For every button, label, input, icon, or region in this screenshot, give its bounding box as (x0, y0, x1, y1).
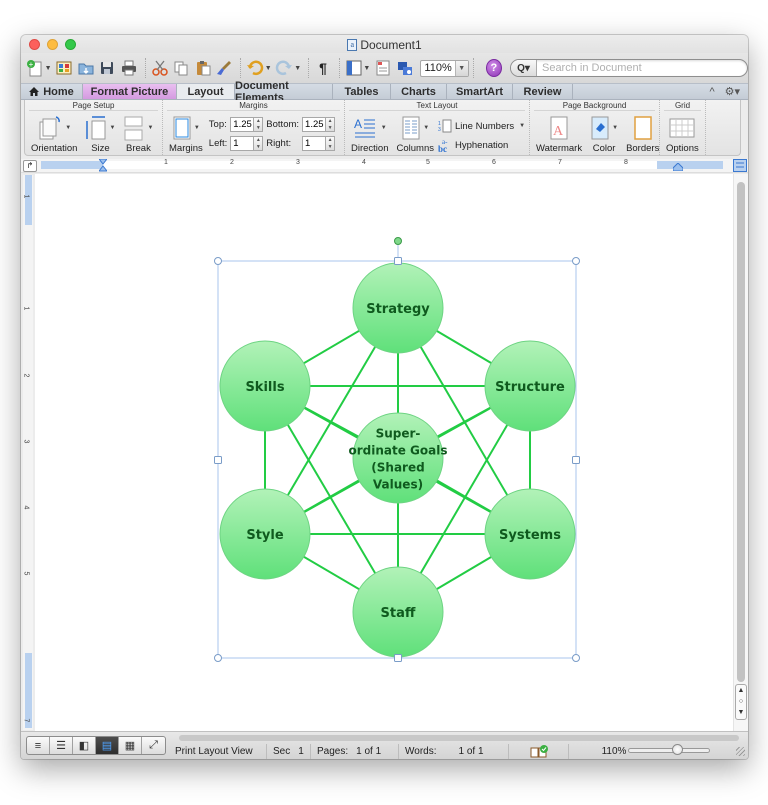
rotation-handle[interactable] (394, 237, 402, 245)
side-resize-handle[interactable] (394, 654, 402, 662)
node-skills[interactable]: Skills (219, 340, 311, 432)
node-shared[interactable]: Super-ordinate Goals (Shared Values) (348, 412, 448, 504)
seven-s-diagram: Strategy Skills Structure Super-ordinate Go… (0, 0, 768, 805)
node-label: Systems (499, 528, 561, 543)
corner-resize-handle[interactable] (214, 257, 222, 265)
node-label: Values) (373, 478, 423, 492)
node-label: Super- (376, 427, 421, 441)
node-label: Structure (495, 380, 565, 395)
corner-resize-handle[interactable] (572, 654, 580, 662)
node-label: Strategy (366, 302, 430, 317)
node-systems[interactable]: Systems (484, 488, 576, 580)
node-label: (Shared (371, 461, 424, 475)
node-label: Style (246, 528, 284, 543)
node-strategy[interactable]: Strategy (352, 262, 444, 354)
node-staff[interactable]: Staff (352, 566, 444, 658)
node-style[interactable]: Style (219, 488, 311, 580)
node-label: Staff (381, 606, 416, 621)
node-structure[interactable]: Structure (484, 340, 576, 432)
side-resize-handle[interactable] (572, 456, 580, 464)
diagram-canvas[interactable]: Strategy Skills Structure Super-ordinate Go… (0, 0, 768, 805)
corner-resize-handle[interactable] (214, 654, 222, 662)
side-resize-handle[interactable] (394, 257, 402, 265)
diagram-nodes: Strategy Skills Structure Super-ordinate Go… (219, 262, 576, 658)
node-label: Skills (245, 380, 284, 395)
corner-resize-handle[interactable] (572, 257, 580, 265)
node-label: ordinate Goals (348, 444, 447, 458)
side-resize-handle[interactable] (214, 456, 222, 464)
